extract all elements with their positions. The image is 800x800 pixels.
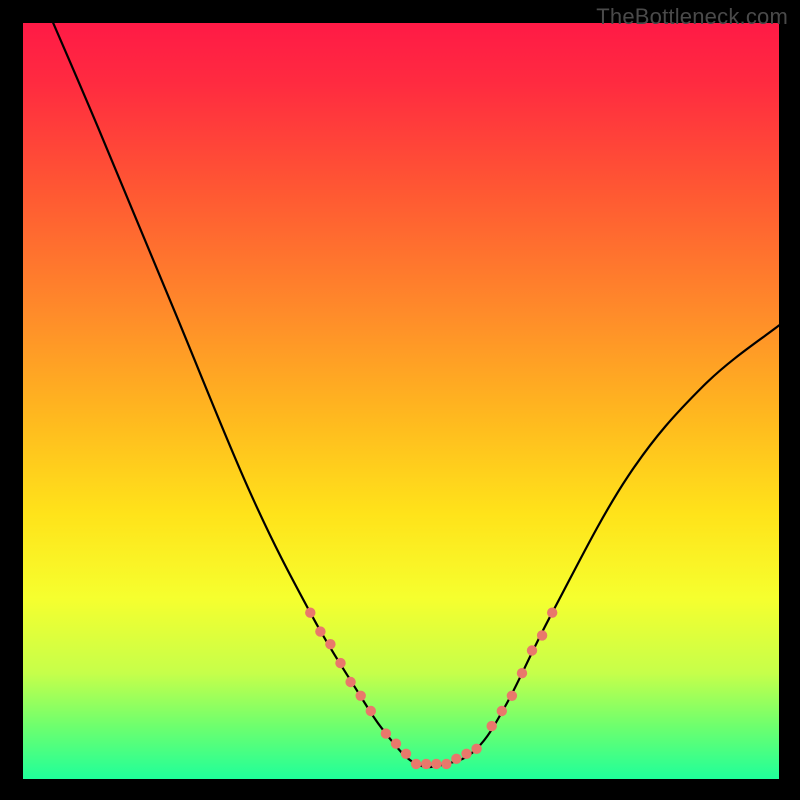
marker-dot [366,706,376,716]
marker-dot [527,645,537,655]
marker-dot [517,668,527,678]
plot-area [23,23,779,779]
marker-dot [325,639,335,649]
marker-dot [335,658,345,668]
marker-dot [381,728,391,738]
marker-dot [537,630,547,640]
marker-dot [461,749,471,759]
marker-dot [547,608,557,618]
bottleneck-curve-path [53,23,779,767]
marker-dot [421,759,431,769]
marker-dot [391,739,401,749]
marker-dot [411,759,421,769]
marker-dot [345,677,355,687]
marker-dot [451,754,461,764]
marker-dot [487,721,497,731]
marker-dot [305,608,315,618]
marker-dot [441,759,451,769]
watermark-label: TheBottleneck.com [596,4,788,30]
curve-svg [23,23,779,779]
marker-dots [305,608,557,770]
marker-dot [356,691,366,701]
marker-dot [431,759,441,769]
marker-dot [471,744,481,754]
chart-frame: TheBottleneck.com [0,0,800,800]
marker-dot [507,691,517,701]
marker-dot [315,626,325,636]
marker-dot [401,749,411,759]
marker-dot [497,706,507,716]
